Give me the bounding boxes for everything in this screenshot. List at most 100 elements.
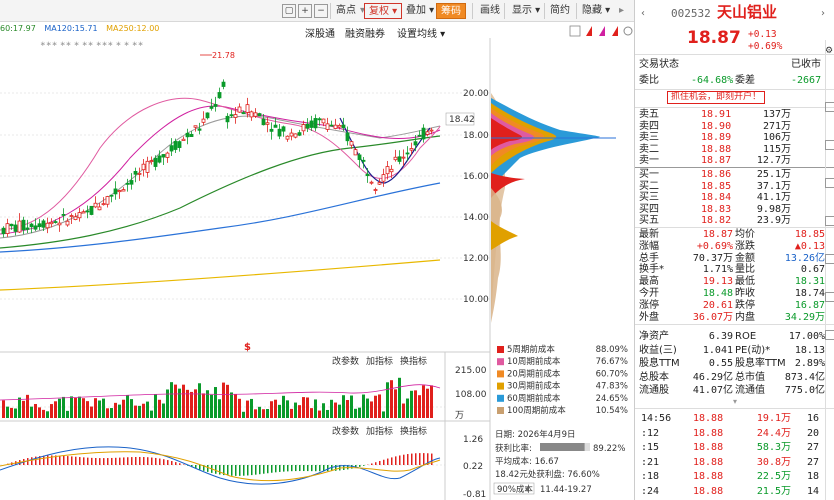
volume-bar [362,394,365,418]
candle-body [353,149,358,156]
volume-bar [74,397,77,418]
candle-body [21,219,26,231]
macd-bar [383,459,385,465]
tick-volume: 24.4万 [756,427,791,439]
buy-row[interactable]: 买四 18.83 9.98万 [635,204,825,216]
candle-body [337,125,342,128]
promo-link[interactable]: 抓住机会，即刻开户！ [667,91,766,104]
macd-bar [151,457,153,465]
side-panel-icon-7[interactable] [825,330,834,340]
volume-bar [90,406,93,418]
volume-bar [122,399,125,418]
layout-icon[interactable]: ▢ [282,4,296,18]
macd-bar [315,465,317,472]
prev-stock-icon[interactable]: ‹ [641,8,645,20]
volume-bar [2,400,5,418]
next-stock-icon[interactable]: › [821,8,825,20]
sell-label: 卖四 [639,120,659,132]
collapse-icon[interactable]: ▾ [635,397,834,407]
volume-bar [14,408,17,418]
volume-bar [378,394,381,418]
vol-change-params[interactable]: 改参数 [332,355,359,367]
tick-volume: 19.1万 [756,413,791,424]
chips-button[interactable]: 筹码 [436,3,466,19]
stat-label: 最低 [735,276,755,288]
tick-price: 18.88 [693,427,724,439]
macd-bar [295,465,297,472]
macd-bar [119,457,121,465]
stat-value: 0.67 [800,264,825,276]
volume-bar [402,403,405,418]
side-panel-icon-4[interactable] [825,216,834,226]
side-panel-icon-2[interactable] [825,140,834,150]
candle-body [197,128,202,131]
stat-label: 涨跌 [735,240,755,252]
macd-bar [407,454,409,465]
last-price: 18.87 [687,28,741,48]
more-icon[interactable]: ▸ [615,3,628,19]
high-marker-label: 21.78 [212,51,235,60]
volume-bar [306,397,309,418]
buy-price: 18.85 [701,180,732,192]
candle-body [73,216,78,220]
sell-row[interactable]: 卖一 18.87 12.7万 [635,155,825,167]
macd-add-indicator[interactable]: 加指标 [366,425,393,437]
volume-bar [106,408,109,418]
sell-row[interactable]: 卖二 18.88 115万 [635,144,825,156]
candle-body [313,118,318,129]
stock-name: 天山铝业 [717,3,778,21]
candle-body [153,157,158,167]
display-button[interactable]: 显示 ▾ [508,3,544,19]
vol-add-indicator[interactable]: 加指标 [366,355,393,367]
zoom-in-icon[interactable]: + [298,4,312,18]
candle-body [105,196,110,205]
macd-change-params[interactable]: 改参数 [332,425,359,437]
sell-row[interactable]: 卖三 18.89 106万 [635,132,825,144]
zoom-out-icon[interactable]: − [314,4,328,18]
candle-body [5,223,10,234]
candle-body [209,106,214,109]
macd-swap-indicator[interactable]: 换指标 [400,425,427,437]
settings-gear-icon[interactable]: ⚙ [825,46,834,56]
fund-label: PE(动)* [735,344,771,356]
volume-bar [114,402,117,418]
side-panel-icon-6[interactable] [825,292,834,302]
buy-volume: 37.1万 [756,180,791,192]
chip-profit-ratio-value: 89.22% [593,444,625,454]
sell-row[interactable]: 卖五 18.91 137万 [635,109,825,121]
vol-swap-indicator[interactable]: 换指标 [400,355,427,367]
candle-body [81,211,86,214]
sell-label: 卖二 [639,143,659,155]
volume-bar [10,407,13,418]
volume-bar [246,400,249,418]
weicha-value: -2667 [791,75,822,86]
macd-bar [423,453,425,465]
macd-bar [327,465,329,472]
buy-row[interactable]: 买一 18.86 25.1万 [635,169,825,181]
macd-bar [267,465,269,474]
vol-unit: 万 [455,411,464,421]
volume-bar [158,399,161,418]
draw-line-button[interactable]: 画线 [476,3,504,19]
volume-bar [318,410,321,418]
sell-row[interactable]: 卖四 18.90 271万 [635,121,825,133]
kline-chart[interactable]: 21.78 ∗∗∗ ∗∗ ∗ ∗∗ ∗∗∗ ∗ ∗ ∗∗ 20.00 18.00… [0,38,634,500]
volume-bar [126,395,129,418]
stat-value: 16.87 [794,299,825,311]
candle-body [9,223,14,227]
side-panel-icon-5[interactable] [825,254,834,264]
volume-bar [70,396,73,418]
buy-row[interactable]: 买三 18.84 41.1万 [635,192,825,204]
side-panel-icon-1[interactable] [825,102,834,112]
side-panel-icon-3[interactable] [825,178,834,188]
macd-bar [107,458,109,465]
fund-row: 收益(三) 1.041 PE(动)* 18.13 [635,345,825,357]
volume-bar [290,408,293,418]
overlay-button[interactable]: 叠加 ▾ [402,3,438,19]
buy-row[interactable]: 买二 18.85 37.1万 [635,181,825,193]
buy-row[interactable]: 买五 18.82 23.9万 [635,215,825,227]
stat-label: 总手 [639,252,659,264]
adjust-button[interactable]: 复权 ▾ [364,3,403,19]
hide-button[interactable]: 隐藏 ▾ [578,3,614,19]
macd-bar [359,465,361,467]
